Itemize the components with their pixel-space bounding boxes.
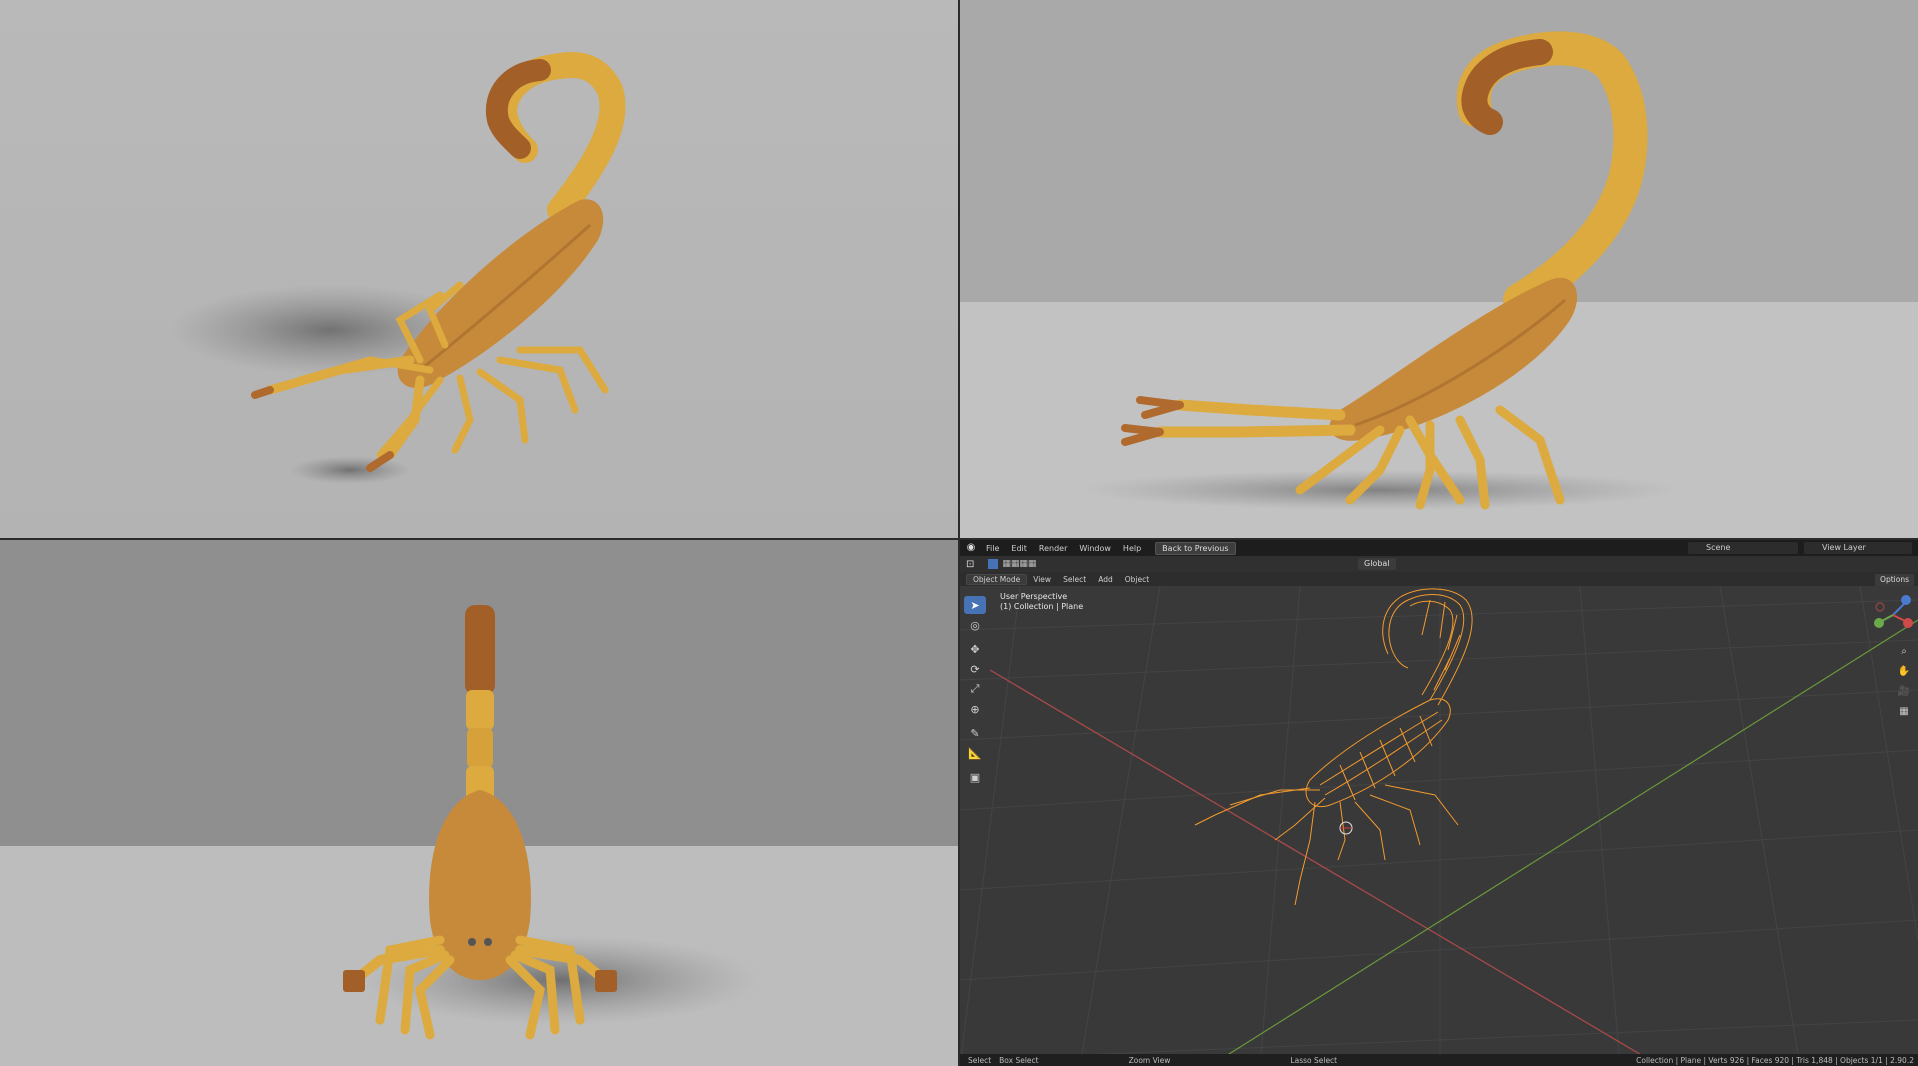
menu-render[interactable]: Render (1033, 544, 1073, 553)
scorpion-wireframe (1194, 588, 1473, 906)
viewport-canvas[interactable] (960, 540, 1918, 1066)
menu-edit[interactable]: Edit (1005, 544, 1033, 553)
scene-selector[interactable]: Scene (1688, 542, 1798, 554)
selection-modes-icon[interactable]: ▦▦▦▦ (1002, 559, 1036, 569)
render-view-side (960, 0, 1918, 538)
transform-orientation-dropdown[interactable]: Global (1358, 558, 1396, 570)
scorpion-render-3 (343, 605, 760, 1040)
scale-icon[interactable]: ⤢ (964, 680, 986, 698)
viewport-subtitle: (1) Collection | Plane (1000, 602, 1084, 611)
menu-view[interactable]: View (1027, 575, 1057, 584)
back-to-previous-button[interactable]: Back to Previous (1155, 541, 1236, 555)
blender-topbar: ◉ File Edit Render Window Help Back to P… (960, 540, 1918, 556)
measure-icon[interactable]: 📐 (964, 744, 986, 762)
move-icon[interactable]: ✥ (964, 640, 986, 658)
blender-logo-icon[interactable]: ◉ (964, 541, 978, 555)
viewport-menubar: Object Mode View Select Add Object Optio… (960, 572, 1918, 586)
status-lasso-select: Lasso Select (1290, 1055, 1338, 1065)
viewport-header: ⊡ ▦▦▦▦ Global (960, 556, 1918, 572)
rotate-icon[interactable]: ⟳ (964, 660, 986, 678)
status-bar: Select Box Select Zoom View Lasso Select… (960, 1054, 1918, 1066)
blender-window: ◉ File Edit Render Window Help Back to P… (960, 540, 1918, 1066)
zoom-icon[interactable]: ⌕ (1896, 646, 1912, 662)
editor-type-icon[interactable]: ⊡ (966, 559, 974, 570)
scene-stats: Collection | Plane | Verts 926 | Faces 9… (1636, 1055, 1914, 1065)
status-zoom-view: Zoom View (1128, 1055, 1171, 1065)
menu-object[interactable]: Object (1119, 575, 1155, 584)
scorpion-render-1 (170, 52, 626, 484)
menu-help[interactable]: Help (1117, 544, 1147, 553)
menu-window[interactable]: Window (1073, 544, 1117, 553)
y-axis-line (1209, 619, 1918, 1066)
status-box-select: Box Select (999, 1055, 1039, 1065)
annotate-icon[interactable]: ✎ (964, 724, 986, 742)
camera-icon[interactable]: 🎥 (1896, 686, 1912, 702)
select-mode-icon[interactable] (988, 559, 999, 569)
options-dropdown[interactable]: Options (1875, 574, 1914, 586)
add-cube-icon[interactable]: ▣ (964, 768, 986, 786)
viewport-title: User Perspective (1000, 592, 1068, 601)
pan-hand-icon[interactable]: ✋ (1896, 666, 1912, 682)
transform-icon[interactable]: ⊕ (964, 700, 986, 718)
status-select: Select (968, 1055, 992, 1065)
x-axis-line (989, 669, 1661, 1066)
menu-file[interactable]: File (980, 544, 1005, 553)
object-mode-dropdown[interactable]: Object Mode (966, 573, 1028, 585)
scorpion-render-2 (1080, 31, 1680, 510)
view-layer-selector[interactable]: View Layer (1804, 542, 1912, 554)
menu-add[interactable]: Add (1092, 575, 1119, 584)
render-view-front (0, 540, 958, 1066)
render-view-perspective (0, 0, 958, 538)
select-box-icon[interactable]: ➤ (964, 596, 986, 614)
cursor-icon[interactable]: ◎ (964, 616, 986, 634)
menu-select[interactable]: Select (1057, 575, 1092, 584)
grid-view-icon[interactable]: ▦ (1896, 706, 1912, 722)
